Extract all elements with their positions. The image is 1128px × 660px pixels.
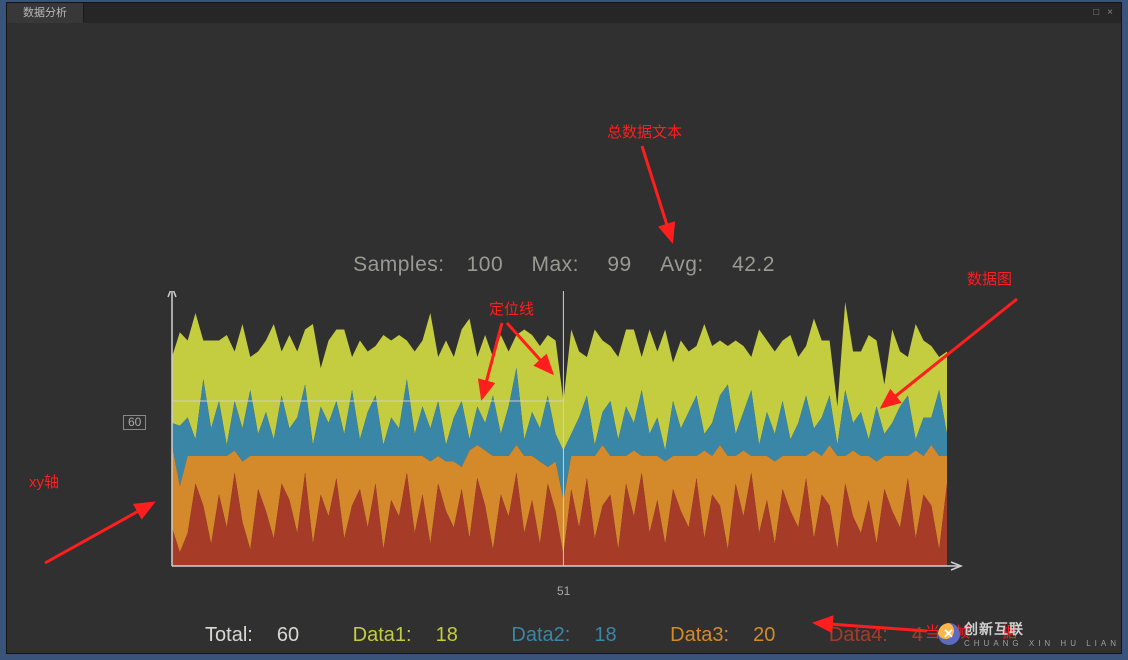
legend-data3: Data3: 20: [658, 624, 793, 646]
y-tick-60: 60: [123, 415, 146, 430]
close-icon[interactable]: ×: [1107, 8, 1113, 18]
max-label: Max:: [532, 253, 580, 276]
legend-data2: Data2: 18: [499, 624, 634, 646]
samples-label: Samples:: [353, 253, 445, 276]
legend-d1-label: Data1:: [353, 624, 412, 646]
arrow-summary: [617, 141, 687, 251]
watermark-text: 创新互联 CHUANG XIN HU LIAN: [964, 619, 1120, 648]
legend-data4: Data4: 4: [817, 624, 935, 646]
legend-d3-value: 20: [753, 624, 775, 646]
watermark-logo-icon: ✕: [938, 623, 960, 645]
annot-summary: 总数据文本: [607, 121, 682, 142]
minimize-icon[interactable]: □: [1093, 8, 1099, 18]
avg-label: Avg:: [660, 253, 704, 276]
window-controls: □ ×: [1093, 8, 1121, 18]
app-outer: 数据分析 □ × Samples: 100 Max: 99 Avg: 42.2: [0, 0, 1128, 660]
content-area: Samples: 100 Max: 99 Avg: 42.2 60 51 Tota…: [7, 23, 1121, 653]
summary-text: Samples: 100 Max: 99 Avg: 42.2: [7, 253, 1121, 277]
arrow-xy-axis: [35, 493, 165, 573]
tab-label: 数据分析: [23, 8, 67, 19]
annot-xy-axis: xy轴: [29, 471, 59, 492]
avg-stat: Avg: 42.2: [660, 253, 775, 276]
max-value: 99: [607, 253, 631, 276]
legend-total-value: 60: [277, 624, 299, 646]
titlebar: 数据分析 □ ×: [7, 3, 1121, 23]
watermark-sub: CHUANG XIN HU LIAN: [964, 639, 1120, 648]
chart-svg: [162, 291, 967, 581]
legend-d4-label: Data4:: [829, 624, 888, 646]
legend-d1-value: 18: [436, 624, 458, 646]
legend-d2-label: Data2:: [511, 624, 570, 646]
window: 数据分析 □ × Samples: 100 Max: 99 Avg: 42.2: [6, 2, 1122, 654]
watermark: ✕ 创新互联 CHUANG XIN HU LIAN: [938, 619, 1120, 648]
watermark-brand: 创新互联: [964, 621, 1024, 637]
legend-d3-label: Data3:: [670, 624, 729, 646]
max-stat: Max: 99: [532, 253, 639, 276]
legend-total: Total: 60: [193, 624, 317, 646]
samples-stat: Samples: 100: [353, 253, 509, 276]
tab-data-analysis[interactable]: 数据分析: [7, 3, 84, 23]
avg-value: 42.2: [732, 253, 775, 276]
legend-d2-value: 18: [594, 624, 616, 646]
chart[interactable]: [162, 291, 967, 581]
legend-d4-value: 4: [912, 624, 923, 646]
legend-total-label: Total:: [205, 624, 253, 646]
samples-value: 100: [467, 253, 504, 276]
legend-data1: Data1: 18: [341, 624, 476, 646]
x-tick-51: 51: [557, 585, 570, 597]
